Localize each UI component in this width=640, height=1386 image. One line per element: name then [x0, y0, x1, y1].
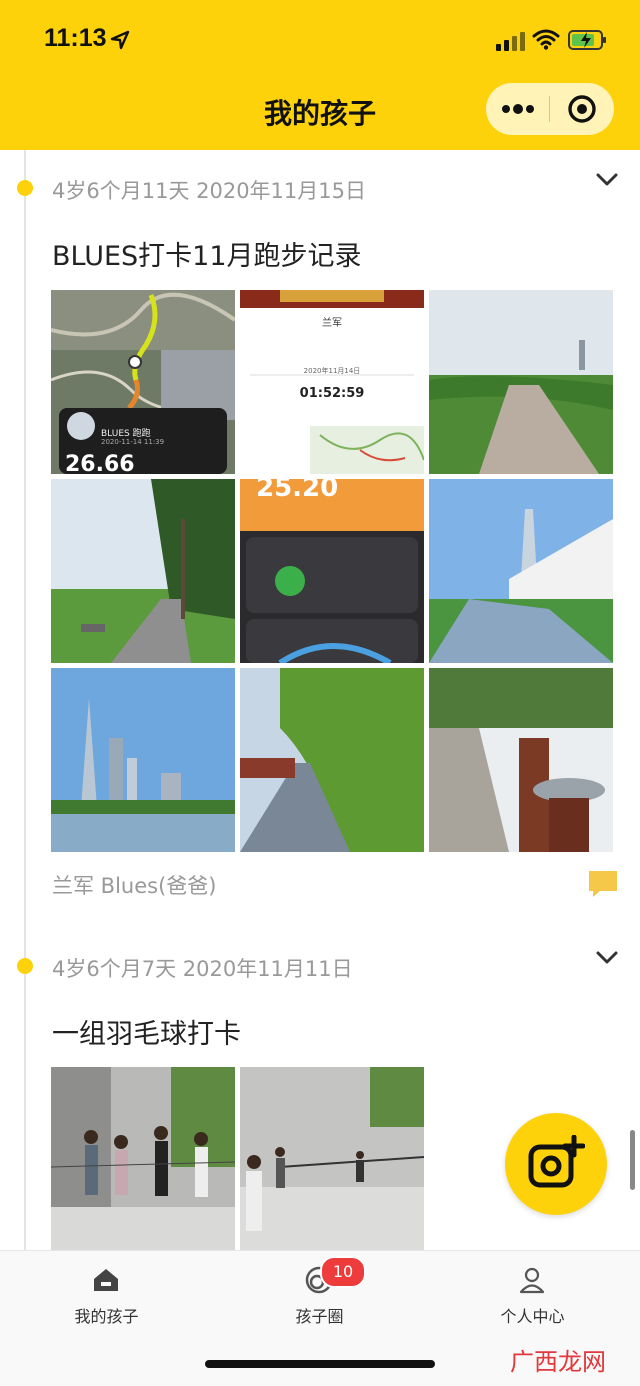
photo-tree-lined-path[interactable]	[51, 479, 235, 663]
tab-label: 我的孩子	[74, 1307, 139, 1326]
notification-badge: 10	[320, 1256, 366, 1288]
timeline-line	[24, 150, 26, 1250]
close-mini-program-button[interactable]	[550, 83, 614, 135]
chevron-down-icon[interactable]	[596, 172, 618, 188]
person-icon	[519, 1267, 545, 1294]
target-icon	[568, 95, 596, 123]
photo-distance: 26.66	[65, 452, 135, 474]
photo-badminton-play[interactable]	[240, 1067, 424, 1251]
tab-label: 孩子圈	[295, 1307, 344, 1326]
more-dots-icon	[501, 104, 534, 114]
location-arrow-icon	[110, 30, 130, 50]
certificate-name: 兰军	[322, 318, 342, 329]
photo-water-fountain-path[interactable]	[429, 668, 613, 852]
photo-modern-building-walkway[interactable]	[429, 479, 613, 663]
post-meta: 4岁6个月7天 2020年11月11日	[52, 957, 353, 981]
post-title: 一组羽毛球打卡	[52, 1019, 241, 1050]
photo-greenway-path[interactable]	[429, 290, 613, 474]
certificate-date: 2020年11月14日	[303, 367, 361, 375]
tab-my-children[interactable]: 我的孩子	[0, 1251, 213, 1341]
photo-training-stats[interactable]: 25.20	[240, 479, 424, 663]
more-button[interactable]	[486, 83, 549, 135]
mini-program-capsule	[486, 83, 614, 135]
cellular-signal-icon	[496, 32, 525, 51]
scrollbar[interactable]	[630, 1130, 635, 1190]
battery-charging-icon	[568, 30, 606, 50]
home-icon	[94, 1269, 118, 1291]
tab-label: 个人中心	[500, 1307, 565, 1326]
tab-personal-center[interactable]: 个人中心	[426, 1251, 639, 1341]
home-indicator[interactable]	[205, 1360, 435, 1368]
camera-plus-icon	[528, 1135, 585, 1188]
photo-badminton-group[interactable]	[51, 1067, 235, 1251]
add-photo-button[interactable]	[505, 1113, 607, 1215]
chevron-down-icon[interactable]	[596, 950, 618, 966]
post-meta: 4岁6个月11天 2020年11月15日	[52, 179, 367, 203]
training-value: 25.20	[256, 479, 339, 503]
tab-children-circle[interactable]: 孩子圈	[213, 1251, 426, 1341]
post-title: BLUES打卡11月跑步记录	[52, 241, 362, 272]
comment-icon[interactable]	[588, 869, 618, 899]
photo-city-skyline-lake[interactable]	[51, 668, 235, 852]
app-header: 11:13 我的孩子	[0, 0, 640, 150]
watermark: 广西龙网	[510, 1348, 606, 1376]
photo-race-certificate[interactable]: 兰军 2020年11月14日 01:52:59	[240, 290, 424, 474]
certificate-time: 01:52:59	[299, 386, 365, 401]
wifi-icon	[532, 29, 560, 50]
post-author: 兰军 Blues(爸爸)	[52, 874, 217, 898]
photo-running-route-map[interactable]: BLUES 跑跑 2020-11-14 11:39 26.66	[51, 290, 235, 474]
status-time: 11:13	[44, 24, 107, 52]
timeline-dot	[17, 180, 33, 196]
photo-caption-date: 2020-11-14 11:39	[101, 438, 165, 446]
photo-grass-path[interactable]	[240, 668, 424, 852]
timeline-dot	[17, 958, 33, 974]
